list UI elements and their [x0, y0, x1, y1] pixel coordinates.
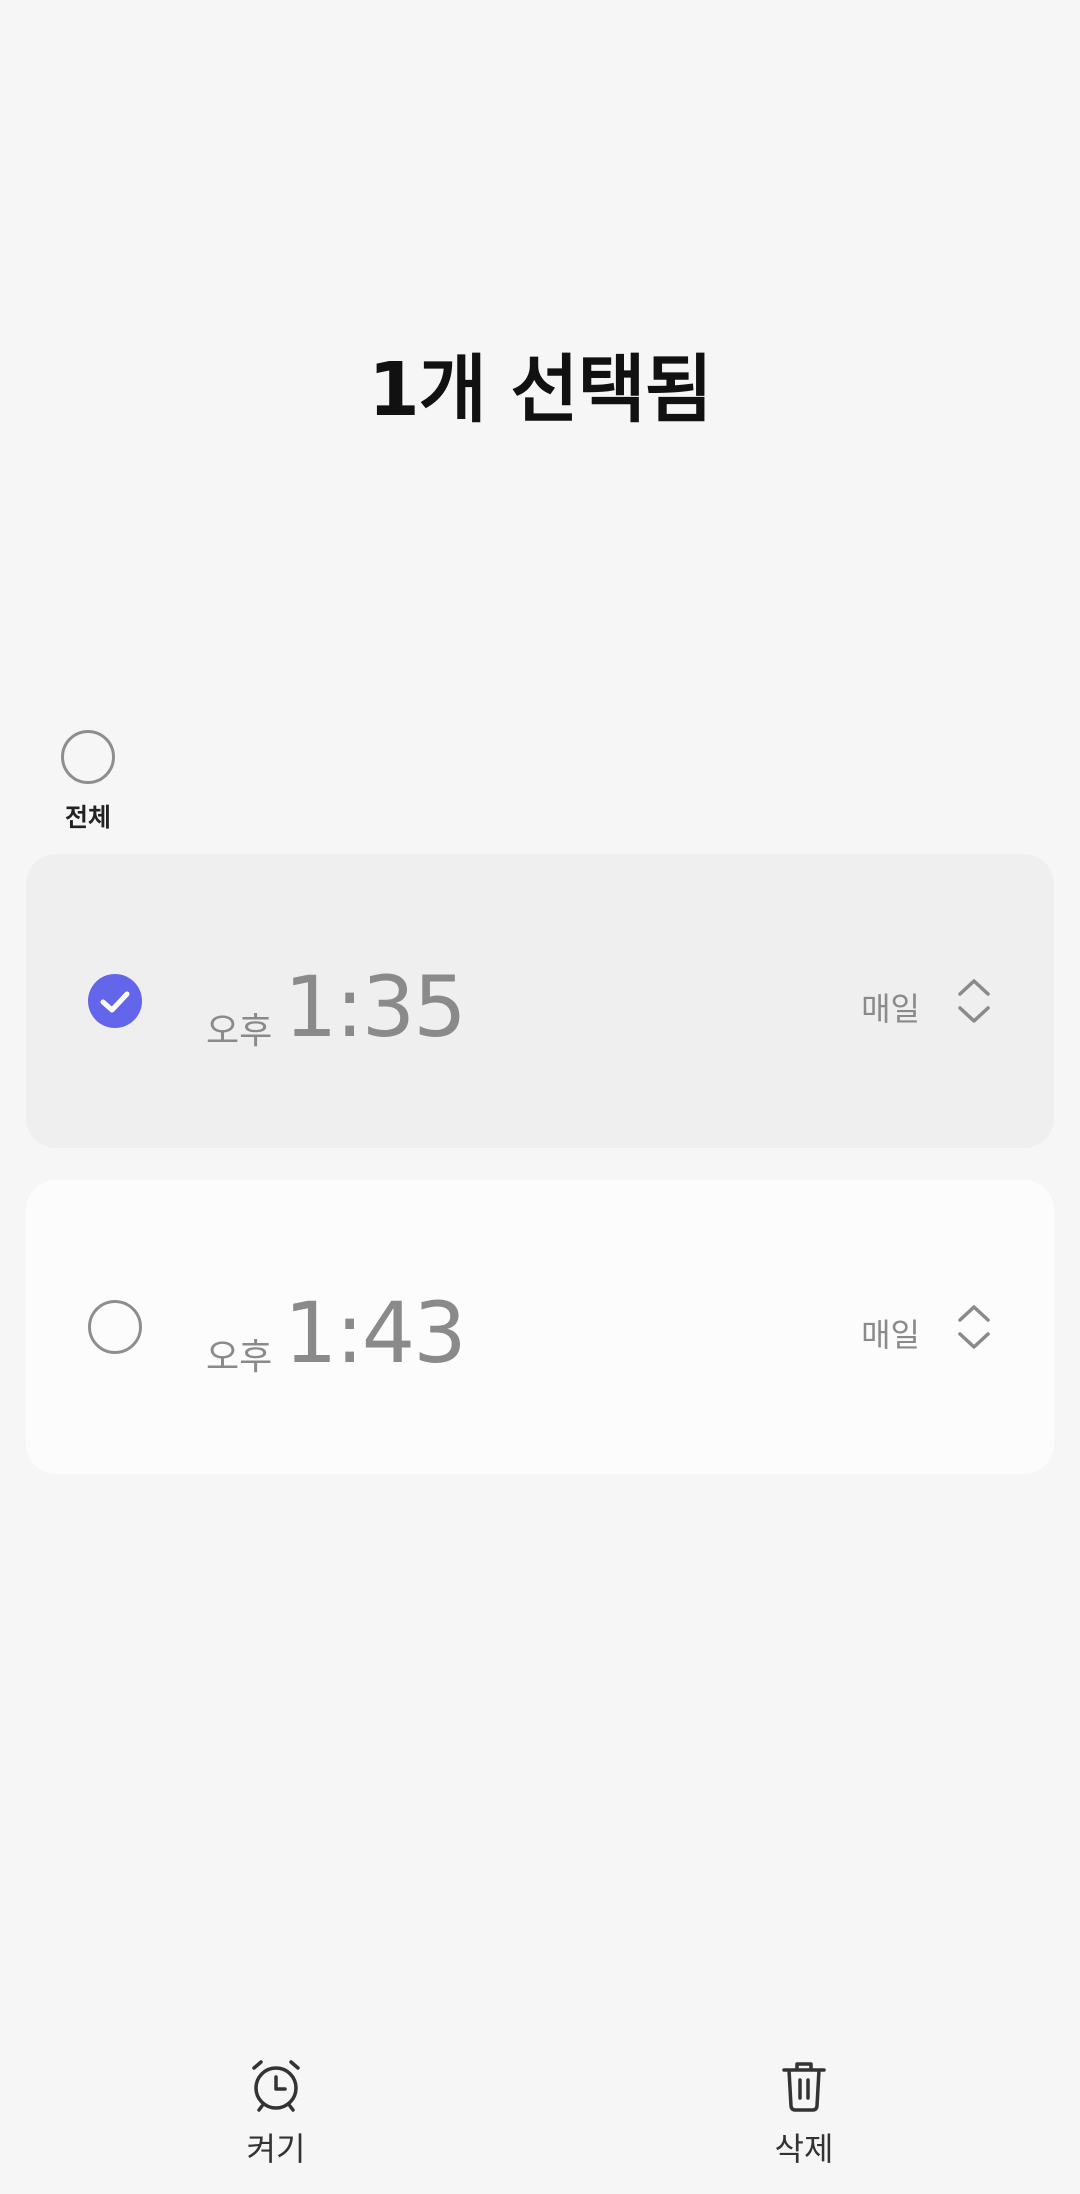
delete-button[interactable]: 삭제 [724, 2058, 884, 2170]
check-icon [100, 991, 130, 1013]
alarm-time: 1:43 [284, 1284, 467, 1382]
select-all-radio[interactable] [61, 730, 115, 784]
delete-label: 삭제 [774, 2130, 834, 2168]
checkbox-checked[interactable] [88, 974, 142, 1028]
alarm-repeat: 매일 [861, 990, 920, 1028]
alarm-ampm: 오후 [206, 1011, 273, 1052]
alarm-item[interactable]: 오후 1:43 매일 [26, 1180, 1054, 1474]
chevron-up-down-icon[interactable] [954, 1300, 994, 1354]
page-title: 1개 선택됨 [368, 347, 713, 433]
select-all[interactable]: 전체 [58, 730, 118, 834]
alarm-ampm: 오후 [206, 1337, 273, 1378]
chevron-up-down-icon[interactable] [954, 974, 994, 1028]
screen: 1개 선택됨 전체 오후 1:35 매일 오후 1:43 매일 켜기 삭제 [0, 0, 1080, 2194]
turn-on-label: 켜기 [246, 2130, 306, 2168]
checkbox-unchecked[interactable] [88, 1300, 142, 1354]
alarm-repeat: 매일 [861, 1316, 920, 1354]
select-all-label: 전체 [64, 803, 111, 832]
turn-on-button[interactable]: 켜기 [196, 2058, 356, 2170]
alarm-item[interactable]: 오후 1:35 매일 [26, 854, 1054, 1148]
alarm-time: 1:35 [284, 958, 467, 1056]
alarm-clock-icon [252, 2060, 300, 2112]
trash-icon [782, 2062, 826, 2112]
